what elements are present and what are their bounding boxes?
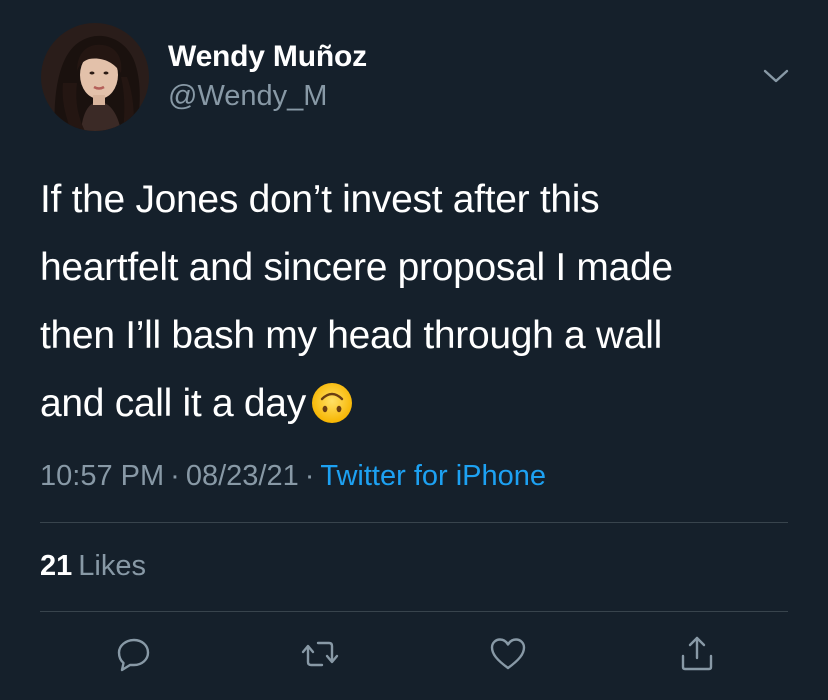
tweet-source-link[interactable]: Twitter for iPhone [320, 460, 546, 492]
chevron-down-icon[interactable] [761, 66, 791, 86]
tweet-time[interactable]: 10:57 PM [40, 460, 164, 492]
meta-separator: · [170, 460, 180, 492]
divider [40, 611, 788, 612]
display-name[interactable]: Wendy Muñoz [168, 40, 367, 74]
retweet-icon[interactable] [300, 634, 340, 674]
tweet-line: then I’ll bash my head through a wall [40, 314, 662, 357]
share-icon[interactable] [677, 634, 717, 674]
avatar[interactable] [41, 23, 149, 131]
tweet-date[interactable]: 08/23/21 [186, 460, 299, 492]
tweet-meta: 10:57 PM · 08/23/21 · Twitter for iPhone [40, 460, 546, 493]
handle[interactable]: @Wendy_M [168, 80, 327, 113]
likes-label: Likes [78, 550, 146, 582]
divider [40, 522, 788, 523]
tweet-text: If the Jones don’t invest after this hear… [40, 166, 800, 438]
tweet-line: and call it a day [40, 382, 306, 425]
likes-stat[interactable]: 21 Likes [40, 550, 146, 583]
avatar-image [41, 23, 149, 131]
upside-down-face-emoji-icon [310, 379, 354, 423]
like-icon[interactable] [488, 634, 528, 674]
tweet-card: Wendy Muñoz @Wendy_M If the Jones don’t … [0, 0, 828, 700]
meta-separator: · [304, 460, 315, 492]
tweet-line: If the Jones don’t invest after this [40, 178, 600, 221]
reply-icon[interactable] [114, 634, 154, 674]
tweet-line: heartfelt and sincere proposal I made [40, 246, 673, 289]
likes-count: 21 [40, 550, 73, 582]
